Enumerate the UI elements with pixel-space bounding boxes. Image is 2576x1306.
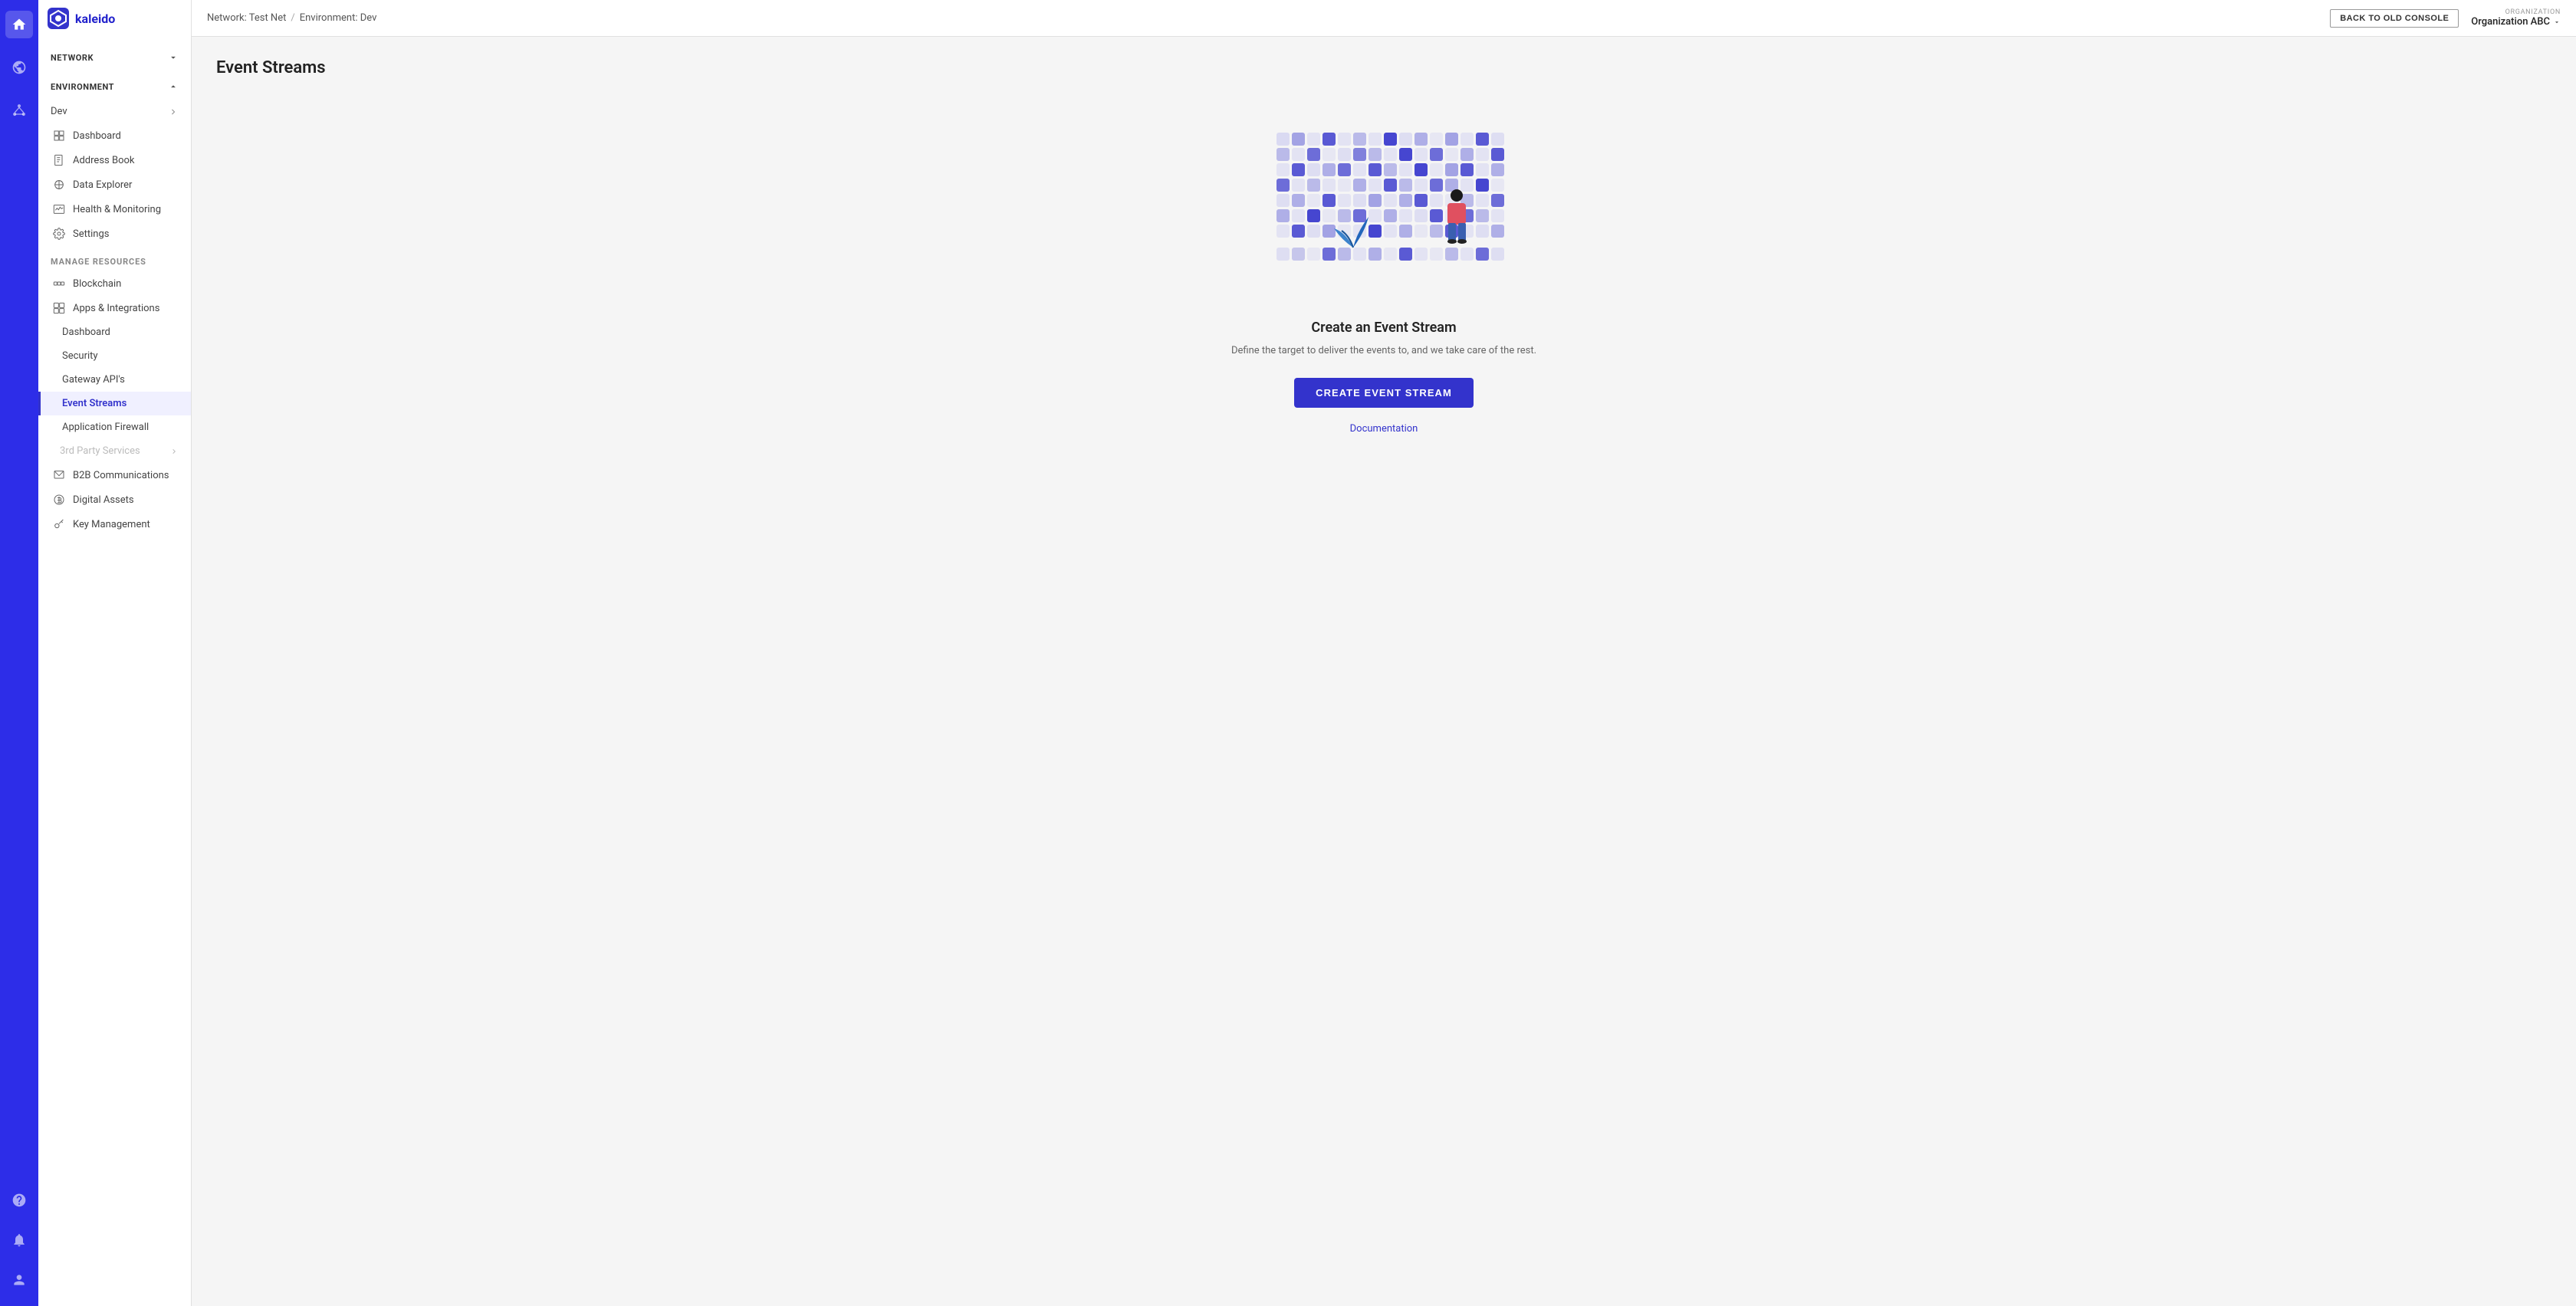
- sidebar-sub-firewall[interactable]: Application Firewall: [38, 415, 191, 439]
- back-to-console-button[interactable]: BACK TO OLD CONSOLE: [2330, 9, 2459, 28]
- manage-resources-header: MANAGE RESOURCES: [38, 246, 191, 271]
- sidebar-item-blockchain[interactable]: Blockchain: [38, 271, 191, 296]
- icon-bar: [0, 0, 38, 1306]
- sidebar-item-data-explorer[interactable]: Data Explorer: [38, 172, 191, 197]
- sidebar-item-dashboard[interactable]: Dashboard: [38, 123, 191, 148]
- documentation-link[interactable]: Documentation: [1350, 423, 1418, 435]
- logo-text: kaleido: [75, 11, 115, 26]
- page-title: Event Streams: [216, 58, 2551, 77]
- breadcrumb: Network: Test Net / Environment: Dev: [207, 12, 376, 24]
- sidebar-sub-event-streams[interactable]: Event Streams: [38, 392, 191, 415]
- sidebar-sub-dashboard[interactable]: Dashboard: [38, 320, 191, 344]
- environment-section-header[interactable]: ENVIRONMENT: [38, 71, 191, 100]
- content-area: Event Streams: [192, 37, 2576, 1306]
- sidebar-third-party[interactable]: 3rd Party Services: [38, 439, 191, 463]
- globe-icon[interactable]: [5, 54, 33, 81]
- topbar: Network: Test Net / Environment: Dev BAC…: [192, 0, 2576, 37]
- sidebar-sub-gateway[interactable]: Gateway API's: [38, 368, 191, 392]
- sidebar-item-address-book[interactable]: Address Book: [38, 148, 191, 172]
- sidebar-item-key[interactable]: Key Management: [38, 512, 191, 537]
- empty-title: Create an Event Stream: [1311, 320, 1456, 336]
- main-content: Network: Test Net / Environment: Dev BAC…: [192, 0, 2576, 1306]
- topbar-right: BACK TO OLD CONSOLE ORGANIZATION Organiz…: [2330, 8, 2561, 28]
- breadcrumb-separator: /: [291, 12, 294, 24]
- breadcrumb-network: Network: Test Net: [207, 12, 286, 24]
- bell-icon[interactable]: [5, 1226, 33, 1254]
- org-label: ORGANIZATION: [2505, 8, 2561, 16]
- logo-area[interactable]: kaleido: [38, 0, 191, 41]
- org-select[interactable]: ORGANIZATION Organization ABC: [2471, 8, 2561, 28]
- org-value: Organization ABC: [2471, 16, 2561, 28]
- network-section-header[interactable]: NETWORK: [38, 41, 191, 71]
- sidebar-dev-item[interactable]: Dev: [38, 100, 191, 123]
- sidebar-item-health[interactable]: Health & Monitoring: [38, 197, 191, 221]
- nodes-icon[interactable]: [5, 97, 33, 124]
- sidebar-item-b2b[interactable]: B2B Communications: [38, 463, 191, 487]
- user-icon[interactable]: [5, 1266, 33, 1294]
- create-event-stream-button[interactable]: CREATE EVENT STREAM: [1294, 378, 1474, 408]
- sidebar-sub-security[interactable]: Security: [38, 344, 191, 368]
- help-icon[interactable]: [5, 1186, 33, 1214]
- sidebar: kaleido NETWORK ENVIRONMENT Dev Dashboar…: [38, 0, 192, 1306]
- breadcrumb-env: Environment: Dev: [300, 12, 377, 24]
- sidebar-item-digital[interactable]: Digital Assets: [38, 487, 191, 512]
- illustration: [1261, 133, 1506, 301]
- sidebar-item-settings[interactable]: Settings: [38, 221, 191, 246]
- empty-state: Create an Event Stream Define the target…: [216, 102, 2551, 465]
- home-icon[interactable]: [5, 11, 33, 38]
- empty-desc: Define the target to deliver the events …: [1231, 345, 1536, 356]
- sidebar-item-apps[interactable]: Apps & Integrations: [38, 296, 191, 320]
